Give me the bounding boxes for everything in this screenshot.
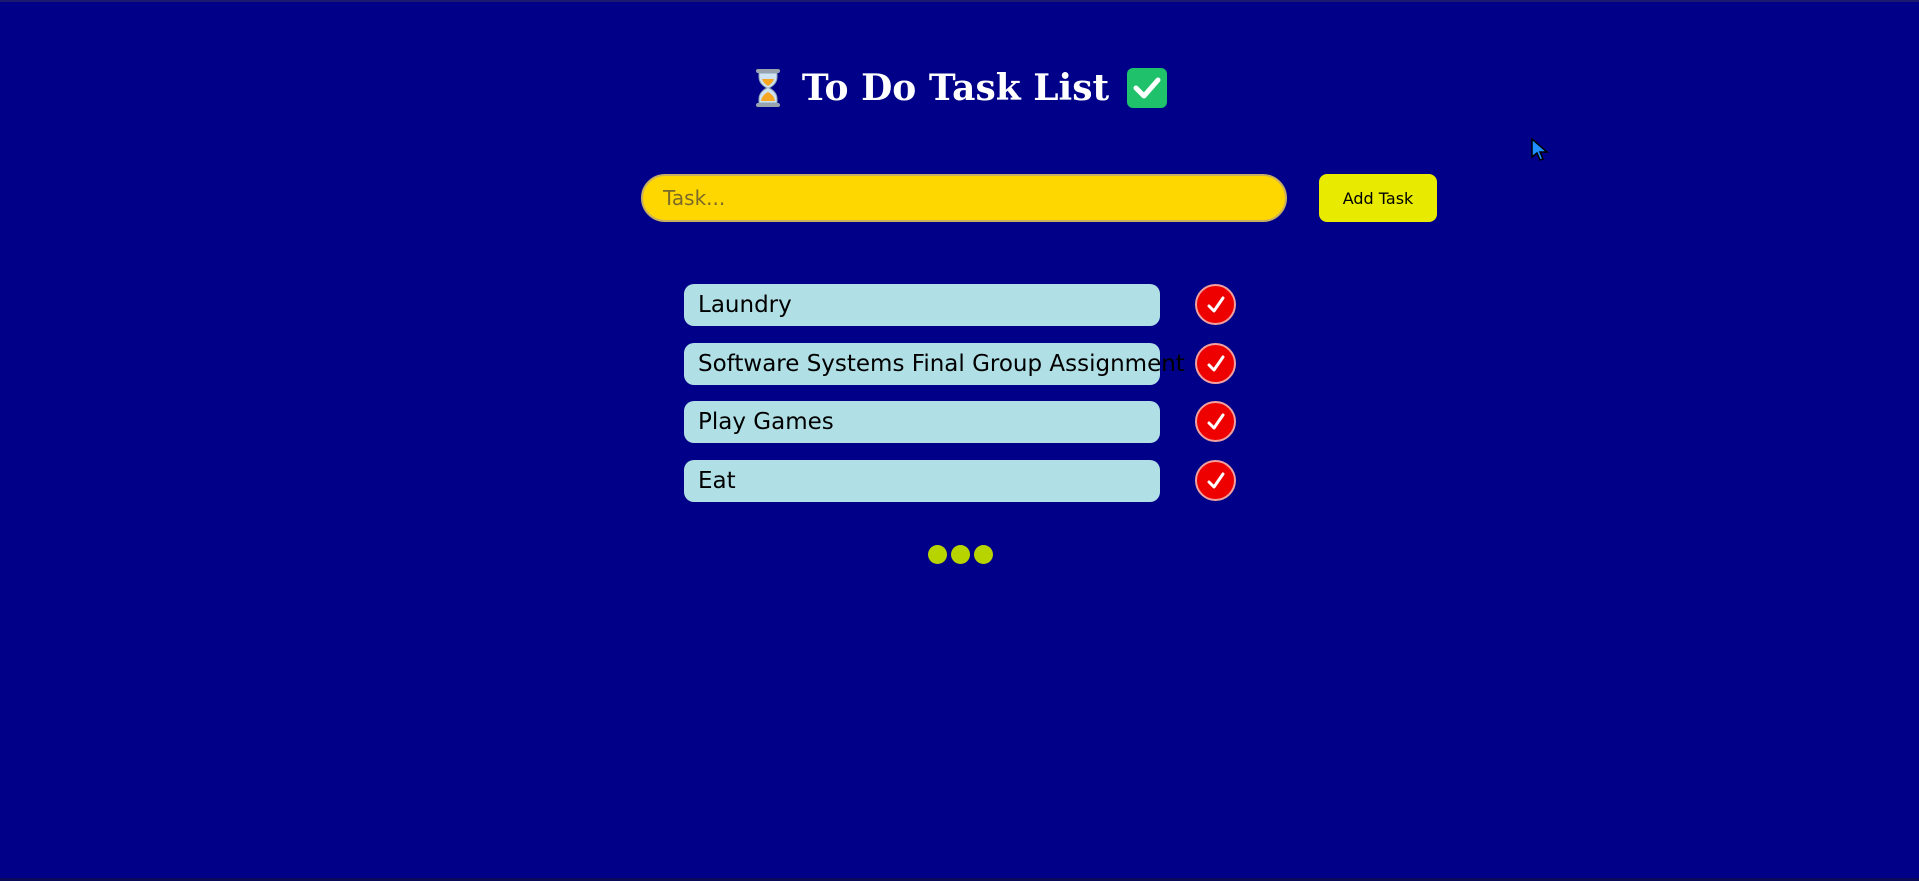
check-icon bbox=[1207, 413, 1224, 429]
task-item: Eat bbox=[684, 460, 1160, 502]
add-task-button[interactable]: Add Task bbox=[1319, 174, 1437, 222]
page-title-text: To Do Task List bbox=[801, 67, 1110, 109]
task-item: Laundry bbox=[684, 284, 1160, 326]
complete-task-button[interactable] bbox=[1195, 401, 1236, 442]
complete-task-button[interactable] bbox=[1195, 460, 1236, 501]
loading-dot bbox=[951, 545, 970, 564]
check-icon bbox=[1207, 296, 1224, 312]
check-mark-button-icon bbox=[1127, 68, 1168, 108]
complete-task-button[interactable] bbox=[1195, 284, 1236, 325]
complete-task-button[interactable] bbox=[1195, 343, 1236, 384]
task-input[interactable] bbox=[641, 174, 1287, 222]
window-top-edge bbox=[0, 0, 1919, 2]
loading-dots bbox=[928, 545, 993, 564]
loading-dot bbox=[928, 545, 947, 564]
hourglass-icon bbox=[752, 68, 784, 108]
page-title: To Do Task List bbox=[0, 60, 1919, 116]
task-item: Software Systems Final Group Assignment bbox=[684, 343, 1185, 385]
loading-dot bbox=[974, 545, 993, 564]
check-icon bbox=[1207, 472, 1224, 488]
check-icon bbox=[1207, 355, 1224, 371]
task-item: Play Games bbox=[684, 401, 1160, 443]
mouse-cursor-icon bbox=[1530, 137, 1550, 163]
